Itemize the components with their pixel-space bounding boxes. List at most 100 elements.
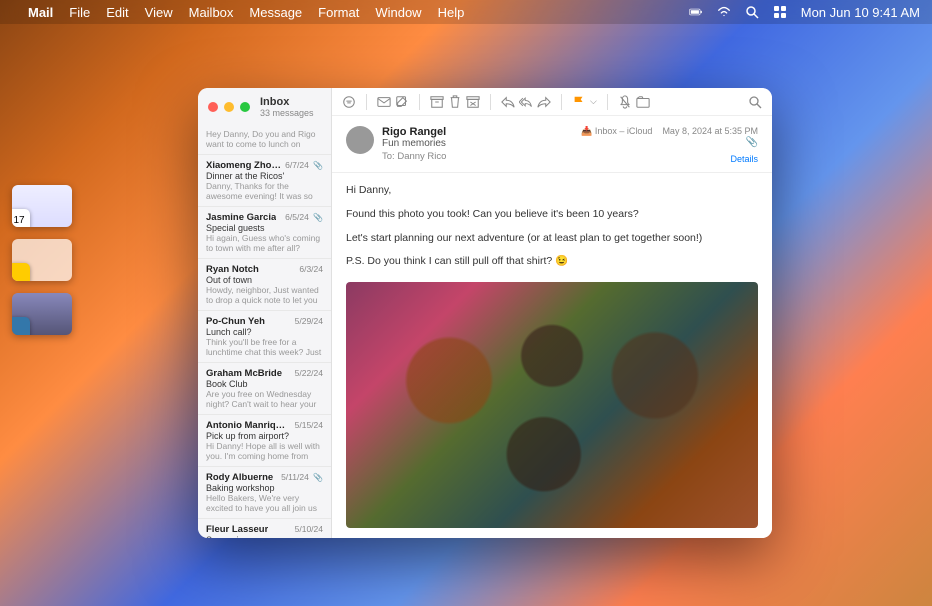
message-list-item[interactable]: Po-Chun Yeh5/29/24Lunch call?Think you'l… [198,311,331,363]
message-list-item[interactable]: Hey Danny, Do you and Rigo want to come … [198,124,331,155]
message-sender: Ryan Notch [206,264,259,275]
message-preview: Are you free on Wednesday night? Can't w… [206,389,323,409]
menu-view[interactable]: View [145,5,173,20]
app-menu[interactable]: Mail [28,5,53,20]
message-preview: Howdy, neighbor, Just wanted to drop a q… [206,285,323,305]
message-date: 6/7/24 📎 [285,160,323,170]
attachment-icon: 📎 [311,213,323,222]
junk-icon[interactable] [466,95,480,109]
envelope-icon[interactable] [377,95,391,109]
email-header: Rigo Rangel Fun memories To: Danny Rico … [332,116,772,173]
message-list-header: Inbox 33 messages [198,88,331,124]
compose-icon[interactable] [395,95,409,109]
menu-help[interactable]: Help [438,5,465,20]
message-date: 6/3/24 [299,264,323,274]
window-minimize-button[interactable] [224,102,234,112]
email-sender: Rigo Rangel [382,126,573,138]
attachment-icon: 📎 [311,473,323,482]
menubar-clock[interactable]: Mon Jun 10 9:41 AM [801,5,920,20]
email-body: Hi Danny, Found this photo you took! Can… [332,173,772,538]
control-center-icon[interactable] [773,5,787,19]
message-list-item[interactable]: Rody Albuerne 5/11/24 📎Baking workshopHel… [198,467,331,519]
email-timestamp: May 8, 2024 at 5:35 PM [662,126,758,136]
email-attachment-image[interactable] [346,282,758,528]
mail-window: Inbox 33 messages Hey Danny, Do you and … [198,88,772,538]
attachment-icon: 📎 [311,161,323,170]
message-subject: Lunch call? [206,327,323,337]
stage-manager: 17 [12,185,72,335]
email-recipients: To: Danny Rico [382,151,573,162]
message-date: 5/22/24 [295,368,323,378]
message-date: 5/15/24 [295,420,323,430]
filter-icon[interactable] [342,95,356,109]
message-content-pane: ⌵ Rigo Rangel Fun memories To: Danny Ric… [332,88,772,538]
flag-icon[interactable] [572,95,586,109]
stage-thumb-preview[interactable] [12,293,72,335]
message-date: 5/11/24 📎 [281,472,323,482]
mailbox-title: Inbox [260,96,314,108]
message-list-pane: Inbox 33 messages Hey Danny, Do you and … [198,88,332,538]
message-sender: Xiaomeng Zhong [206,160,281,171]
window-close-button[interactable] [208,102,218,112]
window-zoom-button[interactable] [240,102,250,112]
search-icon[interactable] [748,95,762,109]
message-list-item[interactable]: Graham McBride 5/22/24Book ClubAre you fr… [198,363,331,415]
archive-icon[interactable] [430,95,444,109]
message-sender: Po-Chun Yeh [206,316,265,327]
message-subject: Baking workshop [206,483,323,493]
menu-mailbox[interactable]: Mailbox [189,5,234,20]
message-subject: Pick up from airport? [206,431,323,441]
chevron-down-icon[interactable]: ⌵ [590,96,597,107]
email-paragraph: P.S. Do you think I can still pull off t… [346,254,758,270]
trash-icon[interactable] [448,95,462,109]
email-mailbox: 📥 Inbox – iCloud [581,126,652,136]
message-preview: Danny, Thanks for the awesome evening! I… [206,181,323,201]
message-sender: Graham McBride [206,368,282,379]
details-link[interactable]: Details [581,154,758,164]
forward-icon[interactable] [537,95,551,109]
menu-message[interactable]: Message [249,5,302,20]
system-menubar: Mail File Edit View Mailbox Message Form… [0,0,932,24]
message-preview: Hi Danny! Hope all is well with you. I'm… [206,441,323,461]
email-paragraph: Let's start planning our next adventure … [346,231,758,247]
message-subject: Dinner at the Ricos' [206,171,323,181]
message-subject: Soccer jerseys [206,535,323,538]
message-subject: Book Club [206,379,323,389]
reply-icon[interactable] [501,95,515,109]
message-list-item[interactable]: Jasmine Garcia6/5/24 📎Special guestsHi a… [198,207,331,259]
menu-format[interactable]: Format [318,5,359,20]
email-paragraph: Found this photo you took! Can you belie… [346,207,758,223]
message-preview: Hi again, Guess who's coming to town wit… [206,233,323,253]
message-sender: Rody Albuerne [206,472,273,483]
message-list-item[interactable]: Xiaomeng Zhong 6/7/24 📎Dinner at the Rico… [198,155,331,207]
message-subject: Out of town [206,275,323,285]
message-preview: Hey Danny, Do you and Rigo want to come … [206,129,323,149]
notes-app-icon [12,263,30,281]
mute-icon[interactable] [618,95,632,109]
message-date: 6/5/24 📎 [285,212,323,222]
mailbox-count: 33 messages [260,108,314,118]
message-preview: Hello Bakers, We're very excited to have… [206,493,323,513]
attachment-icon: 📎 [581,137,758,148]
battery-icon[interactable] [689,5,703,19]
message-sender: Antonio Manriquez [206,420,291,431]
menu-file[interactable]: File [69,5,90,20]
message-list-item[interactable]: Fleur Lasseur5/10/24Soccer jerseysAre yo… [198,519,331,538]
message-list-item[interactable]: Ryan Notch 6/3/24Out of townHowdy, neighb… [198,259,331,311]
email-subject: Fun memories [382,138,573,149]
menu-edit[interactable]: Edit [106,5,128,20]
email-paragraph: Hi Danny, [346,183,758,199]
message-list-item[interactable]: Antonio Manriquez 5/15/24Pick up from air… [198,415,331,467]
preview-app-icon [12,317,30,335]
message-sender: Jasmine Garcia [206,212,276,223]
wifi-icon[interactable] [717,5,731,19]
move-icon[interactable] [636,95,650,109]
sender-avatar [346,126,374,154]
message-list[interactable]: Hey Danny, Do you and Rigo want to come … [198,124,331,538]
spotlight-icon[interactable] [745,5,759,19]
menu-window[interactable]: Window [375,5,421,20]
stage-thumb-notes[interactable] [12,239,72,281]
message-sender: Fleur Lasseur [206,524,268,535]
stage-thumb-calendar[interactable]: 17 [12,185,72,227]
reply-all-icon[interactable] [519,95,533,109]
